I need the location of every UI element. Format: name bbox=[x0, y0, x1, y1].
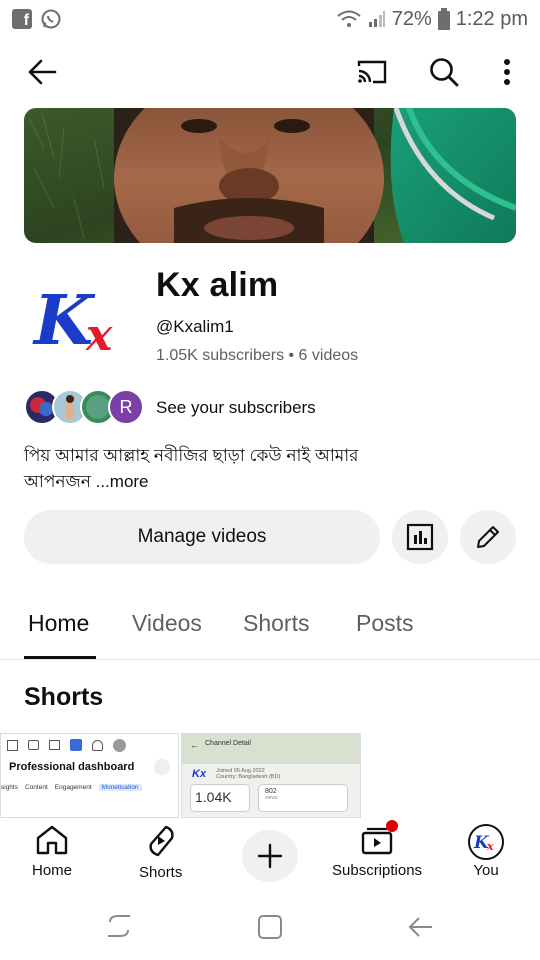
subscriber-avatars[interactable]: R bbox=[24, 389, 144, 425]
thumb-tab: Monetisation bbox=[98, 784, 142, 791]
cast-button[interactable] bbox=[348, 48, 396, 96]
more-options-button[interactable] bbox=[483, 48, 531, 96]
top-app-bar bbox=[0, 48, 540, 96]
status-bar: f 72% 1:22 pm bbox=[0, 0, 540, 38]
edit-channel-button[interactable] bbox=[460, 510, 516, 564]
analytics-button[interactable] bbox=[392, 510, 448, 564]
more-vert-icon bbox=[504, 59, 510, 85]
search-icon bbox=[430, 58, 459, 87]
channel-avatar[interactable]: K x bbox=[24, 266, 134, 376]
nav-shorts[interactable]: Shorts bbox=[139, 824, 182, 881]
pencil-icon bbox=[477, 526, 499, 548]
clock: 1:22 pm bbox=[455, 7, 528, 30]
svg-text:x: x bbox=[85, 310, 113, 361]
thumb-views-label: views bbox=[265, 795, 278, 801]
create-button[interactable] bbox=[242, 830, 298, 882]
thumb-tab: Engagement bbox=[54, 784, 92, 791]
nav-subscriptions[interactable]: Subscriptions bbox=[332, 820, 423, 879]
thumb-tab: sights bbox=[1, 784, 18, 791]
svg-text:x: x bbox=[486, 840, 494, 853]
channel-handle: @Kxalim1 bbox=[156, 317, 234, 336]
facebook-icon: f bbox=[12, 9, 32, 29]
signal-icon bbox=[368, 11, 385, 27]
thumb-country: Country: Bangladesh (BD) bbox=[216, 774, 281, 780]
back-button[interactable] bbox=[18, 48, 66, 96]
short-thumbnail[interactable]: Professional dashboard sights Content En… bbox=[0, 733, 179, 818]
tab-videos[interactable]: Videos bbox=[132, 610, 202, 637]
channel-description[interactable]: পিয় আমার আল্লাহ নবীজির ছাড়া কেউ নাই আম… bbox=[24, 443, 504, 495]
arrow-left-icon bbox=[28, 59, 57, 85]
active-tab-indicator bbox=[24, 656, 96, 659]
description-line: পিয় আমার আল্লাহ নবীজির ছাড়া কেউ নাই আম… bbox=[24, 446, 359, 465]
plus-icon bbox=[257, 843, 283, 869]
notification-dot bbox=[386, 820, 399, 832]
home-system-icon[interactable] bbox=[257, 914, 283, 940]
tab-home[interactable]: Home bbox=[28, 610, 89, 637]
description-line: আপনজন bbox=[24, 472, 91, 491]
thumb-big-number: 1.04K bbox=[190, 784, 250, 812]
whatsapp-icon bbox=[41, 9, 61, 29]
profile-avatar: K x bbox=[468, 824, 504, 860]
tab-posts[interactable]: Posts bbox=[356, 610, 414, 637]
subscriber-avatar-letter: R bbox=[108, 389, 144, 425]
nav-label: Subscriptions bbox=[332, 862, 423, 879]
nav-home[interactable]: Home bbox=[32, 824, 72, 879]
shorts-section-title: Shorts bbox=[24, 683, 104, 711]
system-navigation-bar bbox=[0, 890, 540, 960]
see-subscribers-link[interactable]: See your subscribers bbox=[156, 398, 316, 418]
shorts-icon bbox=[149, 825, 174, 857]
battery-icon bbox=[437, 8, 450, 30]
bar-chart-icon bbox=[406, 523, 434, 551]
recent-apps-icon[interactable] bbox=[106, 914, 132, 938]
wifi-icon bbox=[337, 10, 361, 27]
channel-stats[interactable]: 1.05K subscribers • 6 videos bbox=[156, 347, 358, 365]
thumb-views-num: 802 bbox=[265, 788, 277, 795]
back-system-icon[interactable] bbox=[408, 916, 434, 938]
cast-icon bbox=[357, 60, 387, 84]
thumb-header: Channel Detail bbox=[205, 740, 251, 747]
nav-label: Home bbox=[32, 862, 73, 879]
battery-percent: 72% bbox=[391, 7, 432, 30]
thumb-icon-row bbox=[1, 734, 178, 756]
nav-label: Shorts bbox=[139, 864, 183, 881]
short-thumbnail[interactable]: ← Channel Detail Kx Joined 05 Aug 2022 C… bbox=[181, 733, 361, 818]
kx-logo-icon: K x bbox=[32, 281, 113, 361]
bottom-navigation: Home Shorts Subscriptions K x You bbox=[0, 818, 540, 890]
nav-you[interactable]: K x You bbox=[468, 824, 504, 879]
channel-name: Kx alim bbox=[156, 266, 279, 304]
manage-videos-button[interactable]: Manage videos bbox=[24, 510, 380, 564]
tab-shorts[interactable]: Shorts bbox=[243, 610, 309, 637]
home-icon bbox=[36, 825, 68, 855]
search-button[interactable] bbox=[420, 48, 468, 96]
nav-create[interactable] bbox=[242, 830, 298, 882]
kx-logo-icon: K x bbox=[473, 833, 494, 853]
banner-image bbox=[24, 108, 516, 243]
nav-label: You bbox=[473, 862, 499, 879]
thumb-tab: Content bbox=[24, 784, 48, 791]
channel-banner bbox=[24, 108, 516, 243]
channel-tabs: Home Videos Shorts Posts bbox=[0, 596, 540, 660]
thumb-title: Professional dashboard bbox=[9, 761, 135, 773]
more-link[interactable]: ...more bbox=[96, 472, 149, 491]
